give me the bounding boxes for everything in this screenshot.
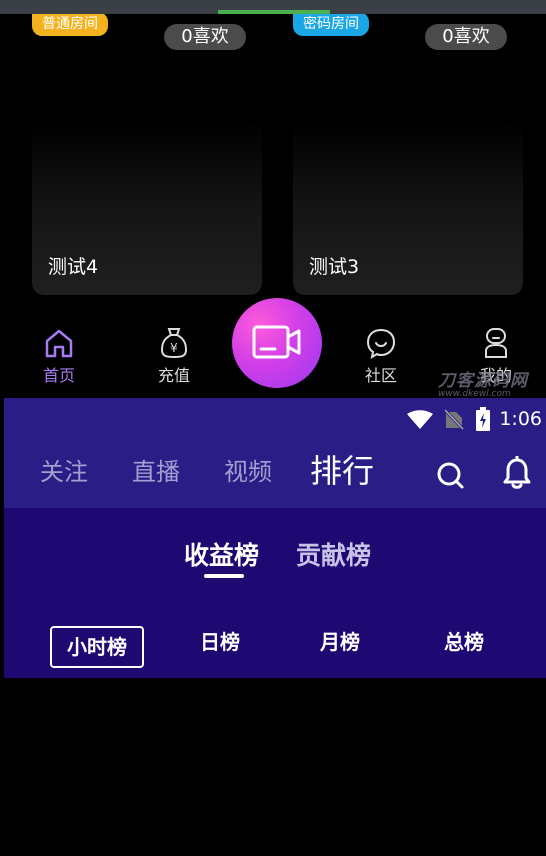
room-type-badge: 密码房间 (293, 14, 369, 36)
search-icon[interactable] (436, 460, 466, 490)
room-type-badge: 普通房间 (32, 14, 108, 36)
nav-recharge[interactable]: ¥ 充值 (144, 326, 204, 386)
bell-icon[interactable] (502, 456, 532, 490)
tab-contribution-ranking[interactable]: 贡献榜 (296, 536, 371, 572)
top-tabs: 关注 直播 视频 排行 (4, 440, 546, 508)
nav-community[interactable]: 社区 (351, 326, 411, 386)
watermark-text: 刀客源码网 (438, 371, 528, 391)
room-title: 测试4 (48, 256, 99, 278)
nav-home[interactable]: 首页 (29, 326, 89, 386)
period-total[interactable]: 总榜 (444, 626, 484, 655)
svg-text:¥: ¥ (170, 341, 178, 355)
no-signal-icon (444, 408, 464, 430)
money-bag-icon: ¥ (160, 328, 188, 359)
room-card-1[interactable]: 普通房间 0喜欢 测试4 (32, 14, 262, 295)
home-icon (45, 329, 73, 358)
video-camera-icon (252, 325, 301, 359)
top-strip (0, 0, 546, 14)
status-bar: 1:06 (4, 398, 546, 440)
likes-count: 0喜欢 (425, 24, 507, 50)
status-time: 1:06 (499, 408, 542, 430)
wifi-icon (407, 410, 433, 429)
nav-community-label: 社区 (364, 366, 397, 385)
tab-follow[interactable]: 关注 (40, 452, 88, 487)
tab-live[interactable]: 直播 (132, 452, 180, 487)
go-live-button[interactable] (232, 298, 322, 388)
tab-income-ranking[interactable]: 收益榜 (184, 536, 259, 572)
tab-video[interactable]: 视频 (224, 452, 272, 487)
period-hourly[interactable]: 小时榜 (50, 626, 144, 668)
profile-icon (485, 328, 507, 358)
battery-icon (476, 407, 490, 431)
period-monthly[interactable]: 月榜 (320, 626, 360, 655)
active-tab-indicator (204, 574, 244, 578)
room-title: 测试3 (309, 256, 360, 278)
likes-count: 0喜欢 (164, 24, 246, 50)
watermark: 刀客源码网 www.dkewl.com (438, 366, 528, 399)
chat-bubble-icon (366, 328, 396, 360)
ranking-screen: 1:06 关注 直播 视频 排行 收益榜 贡献榜 小时榜 日榜 月榜 总榜 (4, 398, 546, 678)
tab-ranking[interactable]: 排行 (310, 446, 374, 492)
period-daily[interactable]: 日榜 (200, 626, 240, 655)
room-card-2[interactable]: 密码房间 0喜欢 测试3 (293, 14, 523, 295)
nav-home-label: 首页 (42, 366, 75, 385)
nav-recharge-label: 充值 (157, 366, 190, 385)
board-area: 收益榜 贡献榜 小时榜 日榜 月榜 总榜 (4, 508, 546, 678)
